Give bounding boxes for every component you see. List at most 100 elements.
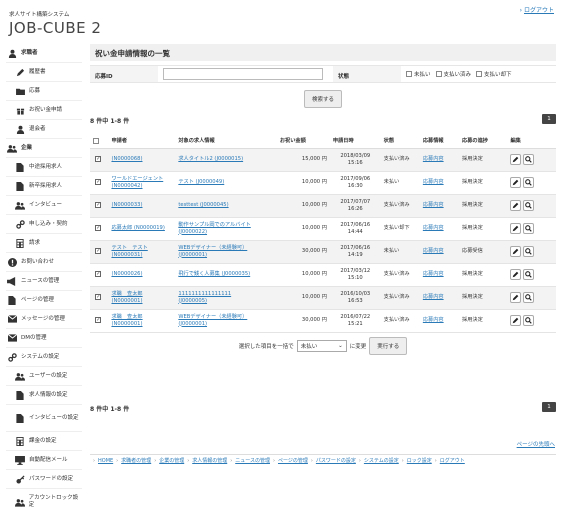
applicant-link[interactable]: テスト テスト	[111, 245, 147, 251]
application-info-link[interactable]: 応募内容	[423, 225, 444, 231]
job-link-sub[interactable]: (J0000001)	[178, 321, 207, 327]
sidebar-item-4[interactable]: 退会者	[6, 120, 82, 139]
application-info-link[interactable]: 応募内容	[423, 317, 444, 323]
sidebar-item-14[interactable]: メッセージの管理	[6, 310, 82, 329]
row-checkbox[interactable]	[95, 317, 102, 323]
sidebar-item-11[interactable]: お問い合わせ	[6, 253, 82, 272]
sidebar-item-19[interactable]: インタビューの設定	[6, 405, 82, 432]
job-link[interactable]: 1111111111111111	[178, 291, 231, 297]
job-link[interactable]: testtest (J0000045)	[178, 202, 228, 208]
sidebar-item-3[interactable]: お祝い金申請	[6, 101, 82, 120]
application-info-link[interactable]: 応募内容	[423, 179, 444, 185]
status-checkbox[interactable]	[476, 71, 483, 77]
status-option-0[interactable]: 未払い	[406, 70, 431, 78]
bulk-status-select[interactable]: 未払い ⌄	[296, 339, 347, 352]
sidebar-item-20[interactable]: 課金の設定	[6, 432, 82, 451]
job-link[interactable]: 飛行で銭く人募集 (J0000035)	[178, 271, 250, 277]
footer-nav-link[interactable]: 企業の管理	[159, 458, 184, 464]
sidebar-item-0[interactable]: 求職者	[6, 44, 82, 63]
sidebar-item-7[interactable]: 新卒採用求人	[6, 177, 82, 196]
sidebar-item-2[interactable]: 応募	[6, 82, 82, 101]
view-search-icon[interactable]	[523, 246, 535, 257]
application-info-link[interactable]: 応募内容	[423, 156, 444, 162]
page-number-bottom[interactable]: 1	[542, 402, 556, 412]
footer-nav-link[interactable]: ロック設定	[407, 458, 432, 464]
job-link[interactable]: WEBデザイナー（未経験可）	[178, 245, 247, 251]
sidebar-item-16[interactable]: システムの設定	[6, 348, 82, 367]
footer-nav-link[interactable]: 求職者の管理	[121, 458, 151, 464]
edit-pen-icon[interactable]	[510, 154, 522, 165]
sidebar-item-12[interactable]: ニュースの管理	[6, 272, 82, 291]
job-link[interactable]: テスト (J0000049)	[178, 179, 224, 185]
status-checkbox[interactable]	[435, 71, 442, 77]
view-search-icon[interactable]	[523, 315, 535, 326]
applicant-link[interactable]: (N0000068)	[111, 156, 142, 162]
application-info-link[interactable]: 応募内容	[423, 248, 444, 254]
applicant-link-sub[interactable]: (N0000042)	[111, 183, 142, 189]
status-checkbox[interactable]	[406, 71, 412, 77]
footer-nav-link[interactable]: ログアウト	[440, 458, 465, 464]
sidebar-item-1[interactable]: 履歴書	[6, 63, 82, 82]
page-number[interactable]: 1	[542, 114, 556, 124]
site-logo[interactable]: JOB-CUBE 2	[9, 19, 101, 37]
sidebar-item-15[interactable]: DMの管理	[6, 329, 82, 348]
view-search-icon[interactable]	[523, 154, 535, 165]
footer-nav-link[interactable]: システムの設定	[364, 458, 399, 464]
footer-nav-link[interactable]: ページの管理	[278, 458, 308, 464]
search-button[interactable]: 検索する	[303, 90, 342, 108]
row-checkbox[interactable]	[95, 156, 102, 162]
row-checkbox[interactable]	[95, 248, 102, 254]
edit-pen-icon[interactable]	[510, 177, 522, 188]
page-top-link[interactable]: ページの先頭へ	[517, 440, 555, 448]
sidebar-item-8[interactable]: インタビュー	[6, 196, 82, 215]
sidebar-item-6[interactable]: 中途採用求人	[6, 158, 82, 177]
logout-link[interactable]: › ログアウト	[520, 5, 554, 14]
applicant-link[interactable]: 応募太郎 (N0000019)	[111, 225, 164, 231]
edit-pen-icon[interactable]	[510, 223, 522, 234]
status-option-1[interactable]: 支払い済み	[435, 70, 471, 78]
sidebar-item-9[interactable]: 申し込み・契約	[6, 215, 82, 234]
sidebar-item-10[interactable]: 請求	[6, 234, 82, 253]
view-search-icon[interactable]	[523, 200, 535, 211]
job-link-sub[interactable]: (J0000022)	[178, 229, 207, 235]
applicant-link[interactable]: 求職 查太郎	[111, 291, 142, 297]
edit-pen-icon[interactable]	[510, 246, 522, 257]
job-link[interactable]: WEBデザイナー（未経験可）	[178, 314, 247, 320]
row-checkbox[interactable]	[95, 294, 102, 300]
footer-nav-link[interactable]: パスワードの設定	[316, 458, 356, 464]
sidebar-item-13[interactable]: ページの管理	[6, 291, 82, 310]
applicant-link-sub[interactable]: (N0000001)	[111, 321, 142, 327]
sidebar-item-18[interactable]: 求人情報の設定	[6, 386, 82, 405]
applicant-link-sub[interactable]: (N0000031)	[111, 252, 142, 258]
footer-nav-link[interactable]: HOME	[98, 458, 113, 464]
row-checkbox[interactable]	[95, 271, 102, 277]
application-info-link[interactable]: 応募内容	[423, 202, 444, 208]
sidebar-item-22[interactable]: パスワードの設定	[6, 470, 82, 489]
job-link-sub[interactable]: (J0000001)	[178, 252, 207, 258]
applicant-link[interactable]: (N0000026)	[111, 271, 142, 277]
edit-pen-icon[interactable]	[510, 200, 522, 211]
view-search-icon[interactable]	[523, 223, 535, 234]
view-search-icon[interactable]	[523, 292, 535, 303]
edit-pen-icon[interactable]	[510, 315, 522, 326]
applicant-link[interactable]: 求職 查太郎	[111, 314, 142, 320]
execute-button[interactable]: 実行する	[369, 336, 408, 355]
sidebar-item-17[interactable]: ユーザーの設定	[6, 367, 82, 386]
footer-nav-link[interactable]: 求人情報の管理	[192, 458, 227, 464]
job-link[interactable]: 求人タイトル2 (J0000015)	[178, 156, 243, 162]
row-checkbox[interactable]	[95, 179, 102, 185]
applicant-link[interactable]: (N0000033)	[111, 202, 142, 208]
applicant-link[interactable]: ワールドエージェント	[111, 176, 163, 182]
select-all-checkbox[interactable]	[90, 134, 109, 149]
applicant-link-sub[interactable]: (N0000001)	[111, 298, 142, 304]
app-id-input[interactable]	[163, 68, 323, 80]
edit-pen-icon[interactable]	[510, 292, 522, 303]
row-checkbox[interactable]	[95, 202, 102, 208]
status-option-2[interactable]: 支払い却下	[476, 70, 512, 78]
sidebar-item-5[interactable]: 企業	[6, 139, 82, 158]
job-link-sub[interactable]: (J0000005)	[178, 298, 207, 304]
sidebar-item-23[interactable]: アカウントロック設定	[6, 489, 82, 512]
job-link[interactable]: 動作サンプル岡でのアルバイト	[178, 222, 250, 228]
edit-pen-icon[interactable]	[510, 269, 522, 280]
application-info-link[interactable]: 応募内容	[423, 294, 444, 300]
